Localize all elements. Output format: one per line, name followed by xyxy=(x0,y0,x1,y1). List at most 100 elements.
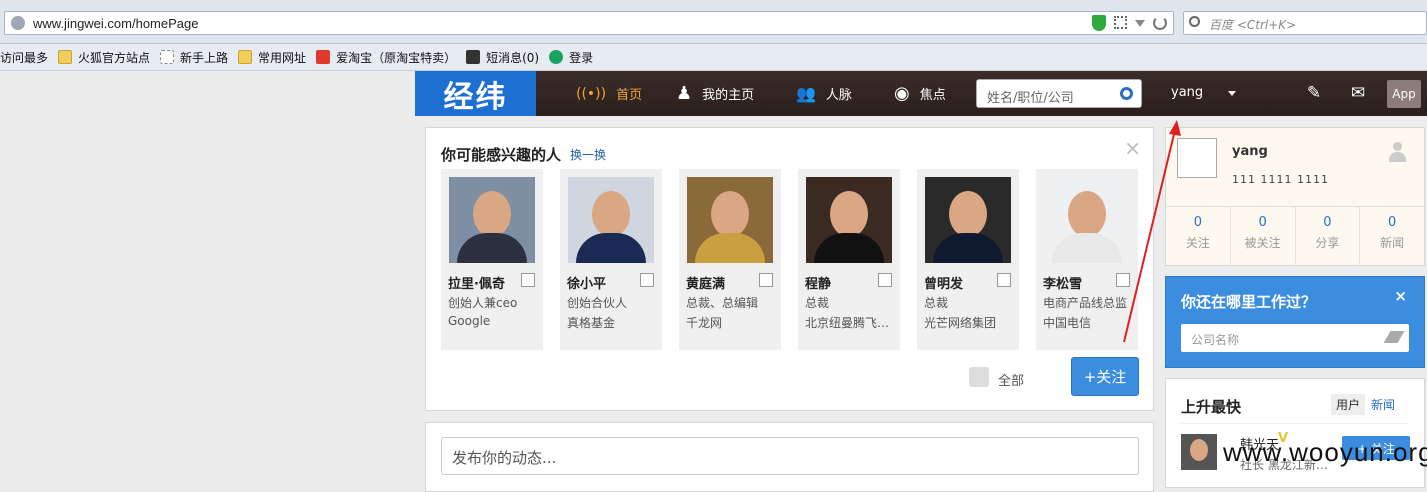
tab-users[interactable]: 用户 xyxy=(1331,394,1366,415)
qr-code-icon[interactable] xyxy=(1114,16,1127,29)
person-company: 北京纽曼腾飞… xyxy=(805,316,890,330)
bookmark-label: 爱淘宝（原淘宝特卖） xyxy=(336,50,457,65)
follow-button[interactable]: +关注 xyxy=(1071,357,1139,396)
person-card[interactable]: 徐小平 创始合伙人 真格基金 xyxy=(560,169,662,350)
person-card[interactable]: 曾明发 总裁 光芒网络集团 xyxy=(917,169,1019,350)
url-text: www.jingwei.com/homePage xyxy=(33,16,199,31)
stat-shares[interactable]: 0 分享 xyxy=(1294,207,1360,266)
search-icon xyxy=(1189,16,1200,27)
person-photo[interactable] xyxy=(687,177,773,263)
person-name[interactable]: 程静 xyxy=(805,273,831,292)
person-photo[interactable] xyxy=(806,177,892,263)
bookmark-common-sites[interactable]: 常用网址 xyxy=(238,49,306,66)
shield-icon[interactable] xyxy=(1092,15,1106,31)
person-checkbox[interactable] xyxy=(1116,273,1130,287)
page-icon xyxy=(160,50,175,64)
people-icon: 👥 xyxy=(796,84,816,103)
edit-icon[interactable]: ✎ xyxy=(1304,83,1324,103)
app-button[interactable]: App xyxy=(1387,80,1421,108)
nav-focus[interactable]: ◉ 焦点 xyxy=(894,71,946,116)
browser-search-input[interactable]: 百度 <Ctrl+K> xyxy=(1183,11,1427,35)
post-status-placeholder: 发布你的动态... xyxy=(452,449,557,467)
broadcast-icon: ((•)) xyxy=(576,85,607,102)
user-icon[interactable] xyxy=(1388,142,1406,162)
bookmark-getting-started[interactable]: 新手上路 xyxy=(160,49,228,66)
person-card[interactable]: 拉里·佩奇 创始人兼ceo Google xyxy=(441,169,543,350)
tab-news[interactable]: 新闻 xyxy=(1371,396,1395,413)
reload-icon[interactable] xyxy=(1153,16,1167,30)
stat-label: 新闻 xyxy=(1380,236,1405,250)
rising-title: 上升最快 xyxy=(1181,398,1242,416)
person-checkbox[interactable] xyxy=(759,273,773,287)
message-icon xyxy=(466,50,481,64)
eye-icon: ◉ xyxy=(894,83,910,104)
person-photo[interactable] xyxy=(925,177,1011,263)
site-search-input[interactable]: 姓名/职位/公司 xyxy=(976,79,1142,108)
person-checkbox[interactable] xyxy=(878,273,892,287)
site-logo[interactable]: 经纬 xyxy=(415,71,536,116)
bookmark-firefox-official[interactable]: 火狐官方站点 xyxy=(58,49,150,66)
person-company: 真格基金 xyxy=(567,316,616,330)
nav-my-page[interactable]: ♟ 我的主页 xyxy=(676,71,754,116)
site-search-placeholder: 姓名/职位/公司 xyxy=(987,91,1074,106)
stat-news[interactable]: 0 新闻 xyxy=(1359,207,1424,266)
person-name[interactable]: 曾明发 xyxy=(924,273,963,292)
person-name[interactable]: 拉里·佩奇 xyxy=(448,273,505,292)
taobao-icon xyxy=(316,50,331,64)
person-company: Google xyxy=(448,314,491,328)
select-all-label: 全部 xyxy=(998,374,1025,389)
profile-stats: 0 关注 0 被关注 0 分享 0 新闻 xyxy=(1166,206,1424,266)
dropdown-arrow-icon[interactable] xyxy=(1135,20,1145,27)
refresh-link[interactable]: 换一换 xyxy=(570,146,606,163)
user-menu-name[interactable]: yang xyxy=(1171,85,1203,100)
person-photo[interactable] xyxy=(449,177,535,263)
bookmark-label: 火狐官方站点 xyxy=(78,50,151,65)
bookmark-most-visited[interactable]: 访问最多 xyxy=(0,49,48,66)
nav-home-label: 首页 xyxy=(616,88,643,103)
person-photo[interactable] xyxy=(1044,177,1130,263)
globe-icon xyxy=(11,16,25,30)
person-icon: ♟ xyxy=(676,83,693,104)
stat-value: 0 xyxy=(1258,215,1267,230)
avatar[interactable] xyxy=(1181,434,1217,470)
bookmark-login[interactable]: 登录 xyxy=(549,49,593,66)
person-name[interactable]: 黄庭满 xyxy=(686,273,725,292)
select-all-checkbox[interactable] xyxy=(969,367,989,387)
watermark: www.wooyun.org xyxy=(1223,437,1427,467)
bookmark-messages[interactable]: 短消息(0) xyxy=(466,49,539,66)
post-status-input[interactable]: 发布你的动态... xyxy=(441,437,1139,475)
rising-fastest-card: 上升最快 用户 新闻 韩光天 V 社长 黑龙江新… + 关注 xyxy=(1165,378,1425,488)
profile-name[interactable]: yang xyxy=(1232,144,1268,159)
avatar[interactable] xyxy=(1177,138,1217,178)
person-company: 千龙网 xyxy=(686,316,723,330)
person-card[interactable]: 黄庭满 总裁、总编辑 千龙网 xyxy=(679,169,781,350)
person-checkbox[interactable] xyxy=(640,273,654,287)
mail-icon[interactable]: ✉ xyxy=(1348,83,1368,103)
url-field[interactable]: www.jingwei.com/homePage xyxy=(4,11,1174,35)
work-history-title: 你还在哪里工作过？ xyxy=(1181,293,1317,311)
person-name[interactable]: 李松雪 xyxy=(1043,273,1082,292)
search-icon[interactable] xyxy=(1120,87,1133,100)
company-name-placeholder: 公司名称 xyxy=(1191,333,1240,347)
person-card[interactable]: 李松雪 电商产品线总监 中国电信 xyxy=(1036,169,1138,350)
person-checkbox[interactable] xyxy=(997,273,1011,287)
close-icon[interactable]: × xyxy=(1394,287,1407,305)
recommend-title: 你可能感兴趣的人 xyxy=(441,146,562,164)
stat-following[interactable]: 0 关注 xyxy=(1166,207,1230,266)
divider xyxy=(1181,423,1409,424)
bookmark-taobao[interactable]: 爱淘宝（原淘宝特卖） xyxy=(316,49,456,66)
nav-contacts[interactable]: 👥 人脉 xyxy=(796,71,852,116)
person-checkbox[interactable] xyxy=(521,273,535,287)
nav-home[interactable]: ((•)) 首页 xyxy=(576,71,642,116)
chevron-down-icon[interactable] xyxy=(1228,91,1236,96)
person-name[interactable]: 徐小平 xyxy=(567,273,606,292)
folder-icon xyxy=(58,50,73,64)
close-icon[interactable]: × xyxy=(1124,136,1141,160)
person-photo[interactable] xyxy=(568,177,654,263)
stat-value: 0 xyxy=(1387,215,1397,230)
person-title: 总裁 xyxy=(924,296,949,310)
browser-search-placeholder: 百度 <Ctrl+K> xyxy=(1209,18,1297,32)
company-name-input[interactable]: 公司名称 xyxy=(1181,324,1409,352)
person-card[interactable]: 程静 总裁 北京纽曼腾飞… xyxy=(798,169,900,350)
stat-followers[interactable]: 0 被关注 xyxy=(1229,207,1295,266)
